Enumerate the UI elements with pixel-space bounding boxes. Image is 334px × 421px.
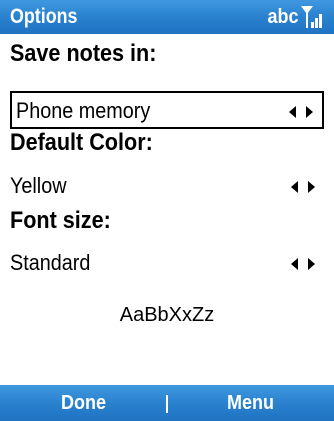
left-right-arrows-icon — [291, 258, 315, 270]
save-notes-selector[interactable]: Phone memory — [10, 91, 324, 129]
page-title: Options — [10, 5, 78, 28]
left-right-arrows-icon — [289, 106, 313, 118]
font-size-value: Standard — [10, 250, 91, 275]
default-color-selector[interactable]: Yellow — [10, 168, 324, 206]
font-size-label: Font size: — [10, 207, 111, 234]
default-color-label: Default Color: — [10, 129, 153, 156]
done-softkey[interactable]: Done — [8, 385, 158, 421]
font-preview-text: AaBbXxZz — [119, 304, 215, 326]
save-notes-value: Phone memory — [16, 98, 151, 123]
save-notes-label: Save notes in: — [10, 40, 157, 67]
menu-softkey[interactable]: Menu — [175, 385, 325, 421]
font-size-selector[interactable]: Standard — [10, 245, 324, 283]
left-right-arrows-icon — [291, 181, 315, 193]
softkey-bar: Done Menu — [0, 385, 334, 421]
default-color-value: Yellow — [10, 173, 67, 198]
input-mode-indicator: abc — [266, 6, 298, 28]
title-bar: Options abc — [0, 0, 334, 34]
signal-strength-icon — [301, 6, 322, 28]
softkey-divider — [166, 395, 168, 413]
